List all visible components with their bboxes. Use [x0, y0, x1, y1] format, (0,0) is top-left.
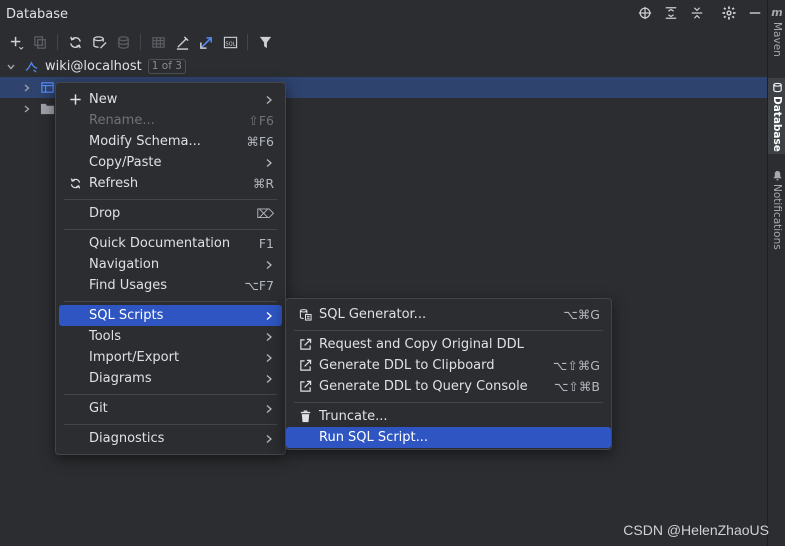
chevron-right-icon [264, 311, 274, 321]
tab-maven-label: Maven [771, 22, 783, 57]
menu-item-diagnostics[interactable]: Diagnostics [59, 428, 282, 449]
trash-icon [298, 410, 312, 424]
tab-notifications[interactable]: Notifications [768, 166, 785, 258]
header-actions [637, 5, 763, 21]
table-icon[interactable] [148, 32, 168, 52]
chevron-right-icon [264, 434, 274, 444]
folder-icon [40, 101, 55, 116]
maven-icon: m [771, 6, 783, 19]
minimize-icon[interactable] [747, 5, 763, 21]
submenu-item-sql-generator[interactable]: SQL Generator... ⌥⌘G [289, 304, 608, 325]
menu-item-drop[interactable]: Drop ⌦ [59, 203, 282, 224]
toolbar-separator [247, 34, 248, 50]
menu-separator [64, 424, 277, 425]
external-link-icon [298, 338, 312, 352]
menu-item-navigation[interactable]: Navigation [59, 254, 282, 275]
menu-separator [64, 199, 277, 200]
panel-title: Database [6, 7, 69, 22]
filter-icon[interactable] [255, 32, 275, 52]
chevron-right-icon[interactable] [20, 81, 34, 95]
toolbar-separator [57, 34, 58, 50]
chevron-right-icon [264, 353, 274, 363]
target-icon[interactable] [637, 5, 653, 21]
context-menu: New Rename... ⇧F6 Modify Schema... ⌘F6 C… [55, 82, 286, 455]
external-link-icon [298, 380, 312, 394]
menu-item-tools[interactable]: Tools [59, 326, 282, 347]
watermark: CSDN @HelenZhaoUS [623, 522, 769, 538]
menu-separator [64, 394, 277, 395]
sql-generator-icon [298, 308, 312, 322]
submenu-item-request-copy-ddl[interactable]: Request and Copy Original DDL [289, 334, 608, 355]
menu-item-git[interactable]: Git [59, 398, 282, 419]
schema-icon [40, 80, 55, 95]
right-tool-strip: m Maven Database Notifications [767, 0, 785, 546]
datasource-label: wiki@localhost [45, 59, 142, 74]
menu-item-new[interactable]: New [59, 89, 282, 110]
external-link-icon [298, 359, 312, 373]
database-stack-icon[interactable] [113, 32, 133, 52]
svg-text:SQL: SQL [225, 41, 235, 47]
chevron-right-icon [264, 158, 274, 168]
chevron-right-icon [264, 404, 274, 414]
sql-scripts-submenu: SQL Generator... ⌥⌘G Request and Copy Or… [285, 298, 612, 450]
menu-separator [64, 301, 277, 302]
mysql-icon [24, 59, 39, 74]
tab-database[interactable]: Database [768, 78, 785, 154]
tab-maven[interactable]: m Maven [768, 6, 785, 66]
edit-icon[interactable] [172, 32, 192, 52]
menu-separator [294, 330, 603, 331]
chevron-right-icon[interactable] [20, 102, 34, 116]
bell-icon [772, 170, 783, 181]
menu-item-find-usages[interactable]: Find Usages ⌥F7 [59, 275, 282, 296]
copy-icon[interactable] [30, 32, 50, 52]
expand-all-icon[interactable] [663, 5, 679, 21]
database-icon [772, 82, 783, 93]
submenu-item-ddl-query-console[interactable]: Generate DDL to Query Console ⌥⇧⌘B [289, 376, 608, 397]
toolbar-separator [140, 34, 141, 50]
datasource-badge: 1 of 3 [147, 59, 186, 74]
chevron-right-icon [264, 260, 274, 270]
sql-console-icon[interactable]: SQL [220, 32, 240, 52]
chevron-right-icon [264, 332, 274, 342]
submenu-item-run-sql-script[interactable]: Run SQL Script... [286, 427, 611, 448]
refresh-icon[interactable] [65, 32, 85, 52]
plus-icon [68, 93, 82, 107]
collapse-all-icon[interactable] [689, 5, 705, 21]
chevron-right-icon [264, 374, 274, 384]
tree-row-datasource[interactable]: wiki@localhost 1 of 3 [0, 56, 767, 77]
menu-item-modify-schema[interactable]: Modify Schema... ⌘F6 [59, 131, 282, 152]
datasource-properties-icon[interactable] [89, 32, 109, 52]
tab-database-label: Database [771, 96, 783, 152]
submenu-item-ddl-clipboard[interactable]: Generate DDL to Clipboard ⌥⇧⌘G [289, 355, 608, 376]
menu-item-copy-paste[interactable]: Copy/Paste [59, 152, 282, 173]
menu-item-rename[interactable]: Rename... ⇧F6 [59, 110, 282, 131]
chevron-right-icon [264, 95, 274, 105]
jump-to-console-icon[interactable] [196, 32, 216, 52]
menu-separator [64, 229, 277, 230]
gear-icon[interactable] [721, 5, 737, 21]
menu-item-quick-documentation[interactable]: Quick Documentation F1 [59, 233, 282, 254]
menu-item-refresh[interactable]: Refresh ⌘R [59, 173, 282, 194]
menu-item-diagrams[interactable]: Diagrams [59, 368, 282, 389]
add-datasource-button[interactable] [6, 32, 26, 52]
tab-notifications-label: Notifications [771, 184, 783, 250]
chevron-down-icon[interactable] [4, 60, 18, 74]
toolbar: SQL [0, 29, 767, 55]
refresh-icon [68, 177, 82, 191]
menu-item-sql-scripts[interactable]: SQL Scripts [59, 305, 282, 326]
menu-separator [294, 402, 603, 403]
submenu-item-truncate[interactable]: Truncate... [289, 406, 608, 427]
menu-item-import-export[interactable]: Import/Export [59, 347, 282, 368]
